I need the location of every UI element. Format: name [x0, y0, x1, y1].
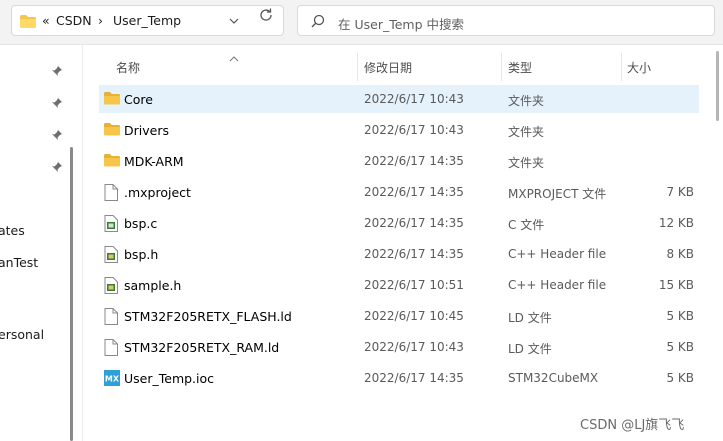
file-date: 2022/6/17 10:43 [364, 340, 464, 354]
file-type: C++ Header file [508, 247, 607, 261]
breadcrumb-overflow-icon[interactable]: « [42, 13, 50, 28]
column-header-type[interactable]: 类型 [508, 59, 532, 76]
file-name: bsp.c [124, 216, 158, 231]
file-icon [104, 184, 120, 201]
svg-text:MX: MX [105, 375, 120, 384]
breadcrumb-csdn[interactable]: CSDN [56, 13, 92, 28]
file-type: LD 文件 [508, 311, 552, 325]
header-file-icon [104, 277, 120, 294]
file-icon [104, 308, 120, 325]
breadcrumb-user-temp[interactable]: User_Temp [113, 13, 181, 28]
file-type: 文件夹 [508, 156, 545, 170]
refresh-icon[interactable] [258, 7, 274, 26]
navigation-pane: ates anTest ersonal [0, 45, 82, 441]
pin-icon[interactable] [51, 161, 63, 176]
column-divider[interactable] [501, 53, 502, 81]
nav-item-label[interactable]: ersonal [0, 327, 44, 342]
file-name: STM32F205RETX_FLASH.ld [124, 309, 292, 324]
folder-icon [104, 91, 120, 107]
column-divider[interactable] [357, 53, 358, 81]
breadcrumb-separator-icon: › [98, 13, 103, 28]
file-icon [104, 339, 120, 356]
stm32cubemx-icon: MX [104, 370, 120, 386]
file-size: 12 KB [658, 216, 694, 230]
file-size: 5 KB [666, 309, 694, 323]
file-name: User_Temp.ioc [124, 371, 215, 386]
address-bar[interactable]: « CSDN › User_Temp [11, 5, 284, 36]
file-row[interactable]: bsp.h 2022/6/17 14:35 C++ Header file 8 KB [99, 240, 699, 268]
file-date: 2022/6/17 10:45 [364, 309, 464, 323]
file-row[interactable]: MDK-ARM 2022/6/17 14:35 文件夹 [99, 147, 699, 175]
chevron-down-icon[interactable] [229, 15, 239, 29]
header-file-icon [104, 246, 120, 263]
file-row[interactable]: STM32F205RETX_FLASH.ld 2022/6/17 10:45 LD … [99, 302, 699, 330]
folder-icon [104, 122, 120, 138]
file-date: 2022/6/17 14:35 [364, 216, 464, 230]
file-row[interactable]: bsp.c 2022/6/17 14:35 C 文件 12 KB [99, 209, 699, 237]
c-source-file-icon [104, 215, 120, 232]
nav-item-label[interactable]: anTest [0, 255, 38, 270]
folder-icon [104, 153, 120, 169]
file-name: .mxproject [124, 185, 191, 200]
file-list: 名称 修改日期 类型 大小 Core 2022/6/17 10:43 文件夹 Driv… [83, 45, 723, 441]
file-type: LD 文件 [508, 342, 552, 356]
file-size: 5 KB [666, 340, 694, 354]
column-header-name[interactable]: 名称 [116, 59, 140, 76]
column-divider[interactable] [621, 53, 622, 81]
toolbar: « CSDN › User_Temp 在 User_Temp 中搜索 [0, 0, 723, 45]
file-date: 2022/6/17 10:51 [364, 278, 464, 292]
scrollbar-thumb[interactable] [716, 51, 719, 121]
file-name: Drivers [124, 123, 169, 138]
file-type: 文件夹 [508, 125, 545, 139]
file-date: 2022/6/17 14:35 [364, 185, 464, 199]
column-header-size[interactable]: 大小 [627, 59, 651, 76]
file-name: Core [124, 92, 153, 107]
pin-icon[interactable] [51, 65, 63, 80]
search-box[interactable]: 在 User_Temp 中搜索 [297, 5, 715, 36]
file-row[interactable]: Core 2022/6/17 10:43 文件夹 [99, 85, 699, 113]
search-icon [311, 14, 325, 31]
nav-item-label[interactable]: ates [0, 223, 25, 238]
file-name: MDK-ARM [124, 154, 184, 169]
file-date: 2022/6/17 10:43 [364, 92, 464, 106]
file-type: C 文件 [508, 218, 545, 232]
file-date: 2022/6/17 14:35 [364, 154, 464, 168]
sort-ascending-icon [229, 51, 239, 65]
file-row[interactable]: sample.h 2022/6/17 10:51 C++ Header file 15… [99, 271, 699, 299]
pin-icon[interactable] [51, 97, 63, 112]
file-type: C++ Header file [508, 278, 607, 292]
file-name: STM32F205RETX_RAM.ld [124, 340, 280, 355]
file-type: MXPROJECT 文件 [508, 187, 607, 201]
file-date: 2022/6/17 14:35 [364, 371, 464, 385]
file-size: 15 KB [658, 278, 694, 292]
pin-icon[interactable] [51, 129, 63, 144]
file-row[interactable]: MX User_Temp.ioc 2022/6/17 14:35 STM32CubeM… [99, 364, 699, 392]
file-date: 2022/6/17 10:43 [364, 123, 464, 137]
column-header-date[interactable]: 修改日期 [364, 59, 412, 76]
file-row[interactable]: .mxproject 2022/6/17 14:35 MXPROJECT 文件 7 K… [99, 178, 699, 206]
file-date: 2022/6/17 14:35 [364, 247, 464, 261]
file-size: 5 KB [666, 371, 694, 385]
file-size: 8 KB [666, 247, 694, 261]
list-scrollbar[interactable] [713, 45, 723, 441]
file-type: 文件夹 [508, 94, 545, 108]
folder-icon [20, 15, 36, 31]
file-name: bsp.h [124, 247, 159, 262]
watermark: CSDN @LJ旗飞飞 [580, 418, 685, 433]
file-name: sample.h [124, 278, 182, 293]
file-row[interactable]: Drivers 2022/6/17 10:43 文件夹 [99, 116, 699, 144]
nav-scrollbar[interactable] [70, 147, 73, 441]
file-row[interactable]: STM32F205RETX_RAM.ld 2022/6/17 10:43 LD 文件… [99, 333, 699, 361]
search-placeholder: 在 User_Temp 中搜索 [338, 17, 465, 32]
file-type: STM32CubeMX [508, 371, 599, 385]
file-size: 7 KB [666, 185, 694, 199]
